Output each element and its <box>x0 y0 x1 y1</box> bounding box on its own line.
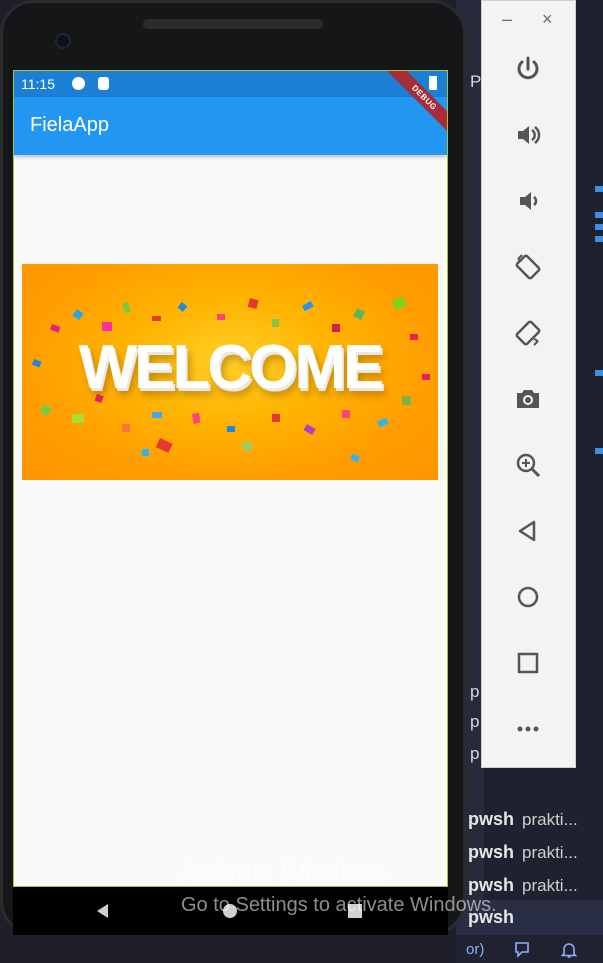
overview-square-icon <box>348 904 362 918</box>
android-nav-bar <box>13 887 448 935</box>
camera-icon[interactable] <box>508 379 548 419</box>
terminal-tab-item[interactable]: pwsh prakti... <box>468 842 578 863</box>
emulator-toolbar-header: – × <box>482 1 575 39</box>
welcome-image: WELCOME <box>22 264 438 480</box>
ide-marker <box>595 370 603 376</box>
back-triangle-icon <box>97 904 108 918</box>
nav-back-button[interactable] <box>73 887 133 935</box>
ide-partial-text: P <box>470 72 482 91</box>
terminal-tab-item[interactable]: pwsh prakti... <box>468 809 578 830</box>
feedback-icon[interactable] <box>514 941 534 963</box>
volume-down-icon[interactable] <box>508 181 548 221</box>
overview-icon[interactable] <box>508 643 548 683</box>
ide-status-bar: or) <box>456 934 603 963</box>
terminal-tab-item[interactable]: pwsh <box>468 907 514 928</box>
terminal-tab-item[interactable]: pwsh prakti... <box>468 875 578 896</box>
battery-icon <box>429 76 437 90</box>
terminal-row-partial[interactable]: p <box>470 712 479 732</box>
ide-marker <box>595 448 603 454</box>
ide-marker <box>595 224 603 230</box>
status-time: 11:15 <box>21 76 55 92</box>
zoom-icon[interactable] <box>508 445 548 485</box>
close-button[interactable]: × <box>542 9 553 30</box>
nav-home-button[interactable] <box>200 887 260 935</box>
phone-frame: 11:15 DEBUG FielaApp WELCOME <box>0 0 466 935</box>
notification-bell-icon[interactable] <box>560 941 578 963</box>
nav-overview-button[interactable] <box>325 887 385 935</box>
power-icon[interactable] <box>508 49 548 89</box>
sd-card-icon <box>98 77 109 90</box>
ide-marker <box>595 212 603 218</box>
front-camera <box>55 33 71 49</box>
home-icon[interactable] <box>508 577 548 617</box>
more-icon[interactable] <box>508 709 548 749</box>
speaker-grille <box>143 19 323 29</box>
home-circle-icon <box>223 904 237 918</box>
app-bar: FielaApp <box>14 97 447 155</box>
status-partial-text: or) <box>466 941 485 958</box>
rotate-right-icon[interactable] <box>508 313 548 353</box>
notification-icon <box>72 77 85 90</box>
app-title: FielaApp <box>30 114 109 136</box>
terminal-row-partial[interactable]: p <box>470 682 479 702</box>
emulator-toolbar: – × <box>481 0 576 768</box>
android-status-bar: 11:15 <box>14 71 447 97</box>
ide-marker <box>595 186 603 192</box>
ide-marker <box>595 236 603 242</box>
welcome-text: WELCOME <box>78 333 385 402</box>
terminal-row-partial[interactable]: p <box>470 744 479 764</box>
rotate-left-icon[interactable] <box>508 247 548 287</box>
back-icon[interactable] <box>508 511 548 551</box>
volume-up-icon[interactable] <box>508 115 548 155</box>
minimize-button[interactable]: – <box>502 9 512 30</box>
device-screen: 11:15 DEBUG FielaApp WELCOME <box>13 70 448 887</box>
